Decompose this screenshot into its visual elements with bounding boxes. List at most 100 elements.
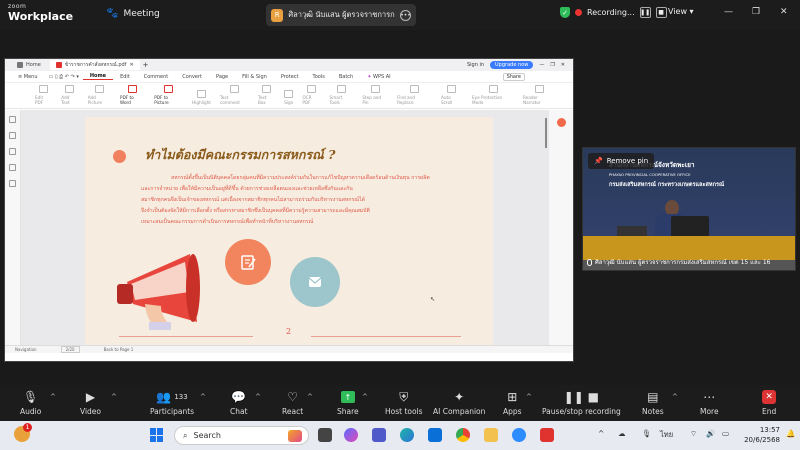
menu-page[interactable]: Page [209,74,235,80]
window-minimize-icon[interactable]: — [539,62,544,68]
tool-step-pin[interactable]: Step and Pin [362,85,388,105]
host-tools-button[interactable]: ⛨ Host tools [385,389,423,417]
menu-button[interactable]: ≡ Menu [11,74,45,80]
participants-button[interactable]: 👥 133 Participants [150,389,194,416]
tool-add-text[interactable]: Add Text [61,85,79,105]
react-options-caret[interactable]: ^ [307,393,313,401]
copilot-icon[interactable] [344,428,358,442]
tab-home[interactable]: Home [11,60,47,70]
share-screen-button[interactable]: ↑ Share [337,389,359,416]
volume-icon[interactable]: 🔊 [706,429,715,438]
tool-find-replace[interactable]: Find and Replace [397,85,432,105]
back-to-page-link[interactable]: Back to Page 1 [104,347,134,352]
participants-options-caret[interactable]: ^ [200,393,206,401]
view-menu-button[interactable]: View ▾ [668,7,694,16]
tray-overflow-icon[interactable]: ^ [598,429,604,438]
start-button[interactable] [150,428,164,442]
search-panel-icon[interactable] [9,180,16,187]
apps-button[interactable]: ⊞ Apps [503,389,522,416]
tool-auto-scroll[interactable]: Auto Scroll [441,85,463,105]
new-tab-icon[interactable]: + [143,61,149,69]
video-options-caret[interactable]: ^ [111,393,117,401]
page-title: ทำไมต้องมีคณะกรรมการสหกรณ์ ? [145,147,336,162]
pause-recording-button[interactable]: ❚❚ [639,7,651,18]
menu-home[interactable]: Home [82,73,114,80]
thumbnail-icon[interactable] [9,116,16,123]
navigation-toggle[interactable]: Navigation [15,347,37,352]
text-comment-icon [229,85,239,93]
language-indicator[interactable]: ไทย [660,429,673,441]
restore-icon[interactable]: ❐ [752,7,760,17]
chrome-icon[interactable] [456,428,470,442]
window-restore-icon[interactable]: ❐ [550,62,554,68]
share-button[interactable]: Share [502,72,525,81]
vertical-scrollbar[interactable] [545,118,547,148]
tool-smart-tools[interactable]: Smart Tools [330,85,354,105]
more-button[interactable]: ⋯ More [700,389,719,416]
comments-icon[interactable] [9,148,16,155]
sign-in-link[interactable]: Sign in [467,62,484,68]
tool-text-box[interactable]: Text Box [258,85,275,105]
taskbar-clock[interactable]: 13:57 20/6/2568 [740,425,780,445]
menu-fill-sign[interactable]: Fill & Sign [235,74,274,80]
tool-sign[interactable]: Sign [284,90,293,105]
tool-eye-protection[interactable]: Eye Protection Mode [472,85,514,105]
minimize-icon[interactable]: — [724,7,733,17]
battery-icon[interactable]: ▭ [722,429,729,438]
video-button[interactable]: ▶ Video [80,389,101,416]
chat-button[interactable]: 💬 Chat [230,389,248,416]
window-close-icon[interactable]: ✕ [561,62,565,68]
zoom-taskbar-icon[interactable] [512,428,526,442]
file-explorer-icon[interactable] [484,428,498,442]
bookmark-icon[interactable] [9,132,16,139]
tool-add-picture[interactable]: Add Picture [88,85,111,105]
tool-edit-pdf[interactable]: Edit PDF [35,85,52,105]
end-meeting-button[interactable]: ✕ End [762,389,776,416]
audio-button[interactable]: 🎙 Audio [20,389,41,416]
widgets-icon[interactable]: 1 [14,423,32,442]
tool-pdf-to-picture[interactable]: PDF to Picture [154,85,183,105]
close-tab-icon[interactable]: ✕ [129,62,133,68]
tool-text-comment[interactable]: Text comment [220,85,249,105]
share-options-caret[interactable]: ^ [362,393,368,401]
audio-options-caret[interactable]: ^ [50,393,56,401]
menu-edit[interactable]: Edit [113,74,137,80]
menu-wps-ai[interactable]: ✦ WPS AI [360,74,397,80]
tab-pdf-document[interactable]: ข้าราชการคำสั่งสหกรณ์.pdf ✕ [49,60,140,70]
close-icon[interactable]: ✕ [780,7,788,17]
notes-button[interactable]: ▤ Notes [642,389,664,416]
remove-pin-button[interactable]: 📌 Remove pin [588,153,655,169]
wps-pdf-taskbar-icon[interactable] [540,428,554,442]
store-icon[interactable] [428,428,442,442]
taskbar-search-box[interactable]: ⌕ Search [174,426,309,445]
screen-share-tab[interactable]: R ศิลาวุฒิ นับแสน ผู้ตรวจราชการกรมส่งเสร… [266,4,416,26]
attachment-icon[interactable] [9,164,16,171]
more-options-icon[interactable]: ••• [400,9,411,21]
react-button[interactable]: ♡ React [282,389,303,416]
edge-icon[interactable] [400,428,414,442]
menu-batch[interactable]: Batch [332,74,360,80]
tool-pdf-to-word[interactable]: PDF to Word [120,85,145,105]
tool-ocr-pdf[interactable]: OCR PDF [302,85,320,105]
tool-reader-narrator[interactable]: Reader Narrator [523,85,556,105]
teams-icon[interactable] [372,428,386,442]
pause-stop-recording-button[interactable]: ❚❚ ■ Pause/stop recording [542,389,621,416]
chat-options-caret[interactable]: ^ [255,393,261,401]
menu-convert[interactable]: Convert [175,74,209,80]
quick-access-icons[interactable]: ▭ ▯ ⎙ ↶ ↷ ▾ [45,74,83,80]
task-view-icon[interactable] [318,428,332,442]
upgrade-button[interactable]: Upgrade now [490,61,534,69]
notes-options-caret[interactable]: ^ [672,393,678,401]
menu-tools[interactable]: Tools [306,74,332,80]
tool-highlight[interactable]: Highlight [192,90,211,105]
menu-protect[interactable]: Protect [274,74,306,80]
stop-recording-button[interactable]: ■ [655,7,667,18]
notification-bell-icon[interactable]: 🔔 [786,429,795,438]
apps-options-caret[interactable]: ^ [526,393,532,401]
wifi-icon[interactable]: ⌔ [690,429,697,439]
menu-comment[interactable]: Comment [137,74,176,80]
assistant-badge-icon[interactable] [557,118,566,127]
ai-companion-button[interactable]: ✦ AI Companion [433,389,485,416]
page-indicator[interactable]: 2/20 [60,346,80,353]
document-viewport[interactable]: ทำไมต้องมีคณะกรรมการสหกรณ์ ? สหกรณ์ตั้งข… [5,110,573,353]
